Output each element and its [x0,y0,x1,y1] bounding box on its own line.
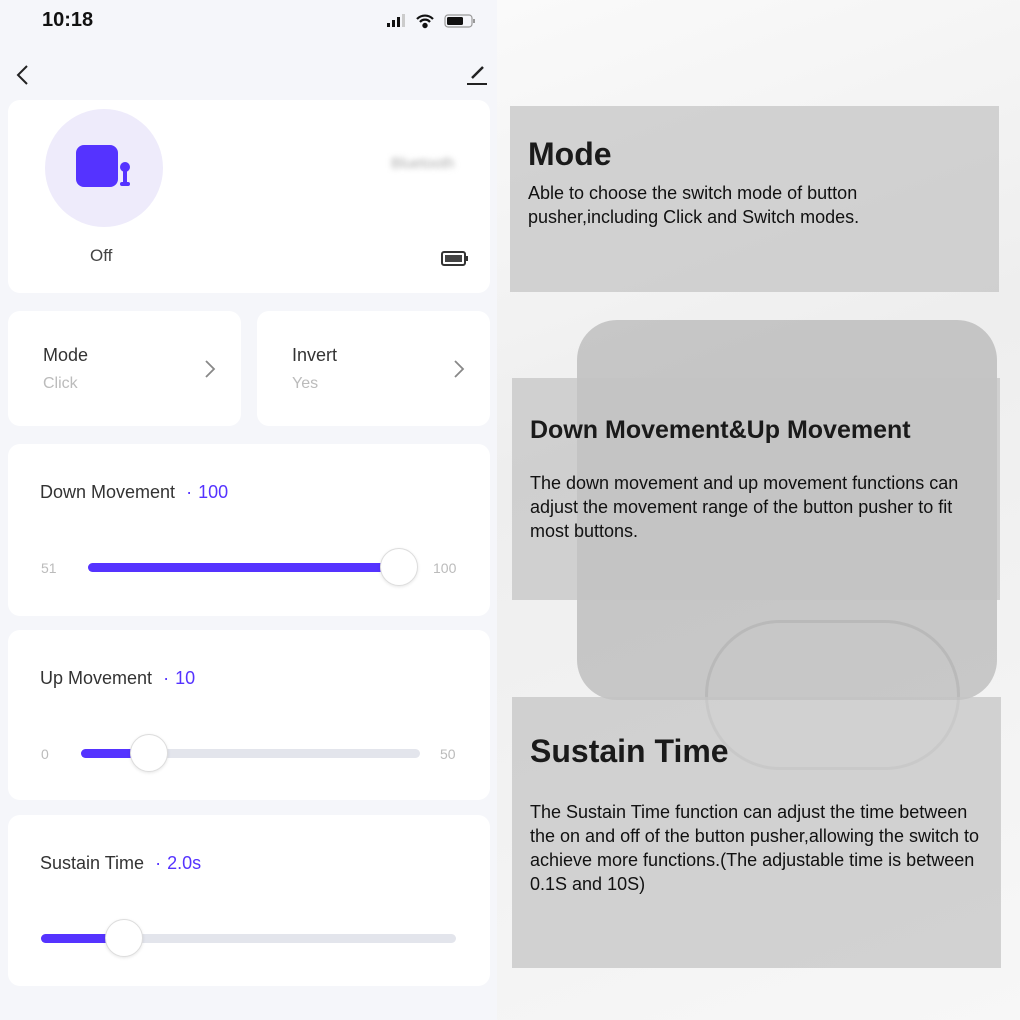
info-title: Sustain Time [530,733,729,769]
slider-thumb[interactable] [129,734,168,772]
mode-value: Click [43,375,78,392]
down-movement-card: Down Movement · 100 51 100 [8,444,490,616]
device-toggle[interactable] [45,109,163,227]
slider-min: 0 [41,746,49,762]
device-state: Off [90,246,113,265]
status-time: 10:18 [42,9,94,31]
app-screen: 10:18 Off Bluetooth Mode Click Invert Ye… [0,0,497,1020]
signal-icon [387,14,405,27]
info-title: Down Movement&Up Movement [530,416,911,444]
device-card: Off Bluetooth [8,100,490,293]
info-movement: Down Movement&Up Movement The down movem… [512,378,1000,600]
sustain-time-slider[interactable] [41,919,456,957]
info-sustain: Sustain Time The Sustain Time function c… [512,697,1001,968]
status-icons [387,14,475,29]
info-text: The down movement and up movement functi… [530,473,959,541]
slider-max: 50 [440,746,456,762]
slider-title: Sustain Time · 2.0s [40,853,202,873]
slider-thumb[interactable] [105,919,143,957]
slider-title: Up Movement · 10 [40,668,196,688]
slider-min: 51 [41,560,57,576]
button-pusher-icon [76,145,130,187]
info-text: The Sustain Time function can adjust the… [530,802,979,894]
info-text: Able to choose the switch mode of button… [528,183,860,227]
slider-fill [88,563,399,572]
battery-icon [444,14,475,28]
invert-label: Invert [292,345,338,365]
down-movement-slider[interactable] [88,548,418,586]
slider-max: 100 [433,560,457,576]
wifi-icon [416,14,434,29]
mode-label: Mode [43,345,89,365]
mode-setting[interactable]: Mode Click [8,311,241,426]
chevron-right-icon [205,360,216,378]
connection-type: Bluetooth [391,155,455,172]
chevron-left-icon[interactable] [14,63,32,87]
sustain-time-card: Sustain Time · 2.0s [8,815,490,986]
invert-setting[interactable]: Invert Yes [257,311,490,426]
invert-value: Yes [292,375,319,392]
chevron-right-icon [454,360,465,378]
battery-icon [441,251,468,266]
info-mode: Mode Able to choose the switch mode of b… [510,106,999,292]
info-title: Mode [528,136,612,172]
up-movement-slider[interactable] [81,734,420,772]
up-movement-card: Up Movement · 10 0 50 [8,630,490,800]
slider-title: Down Movement · 100 [40,482,229,502]
slider-thumb[interactable] [380,548,418,586]
pencil-icon[interactable] [465,62,489,86]
